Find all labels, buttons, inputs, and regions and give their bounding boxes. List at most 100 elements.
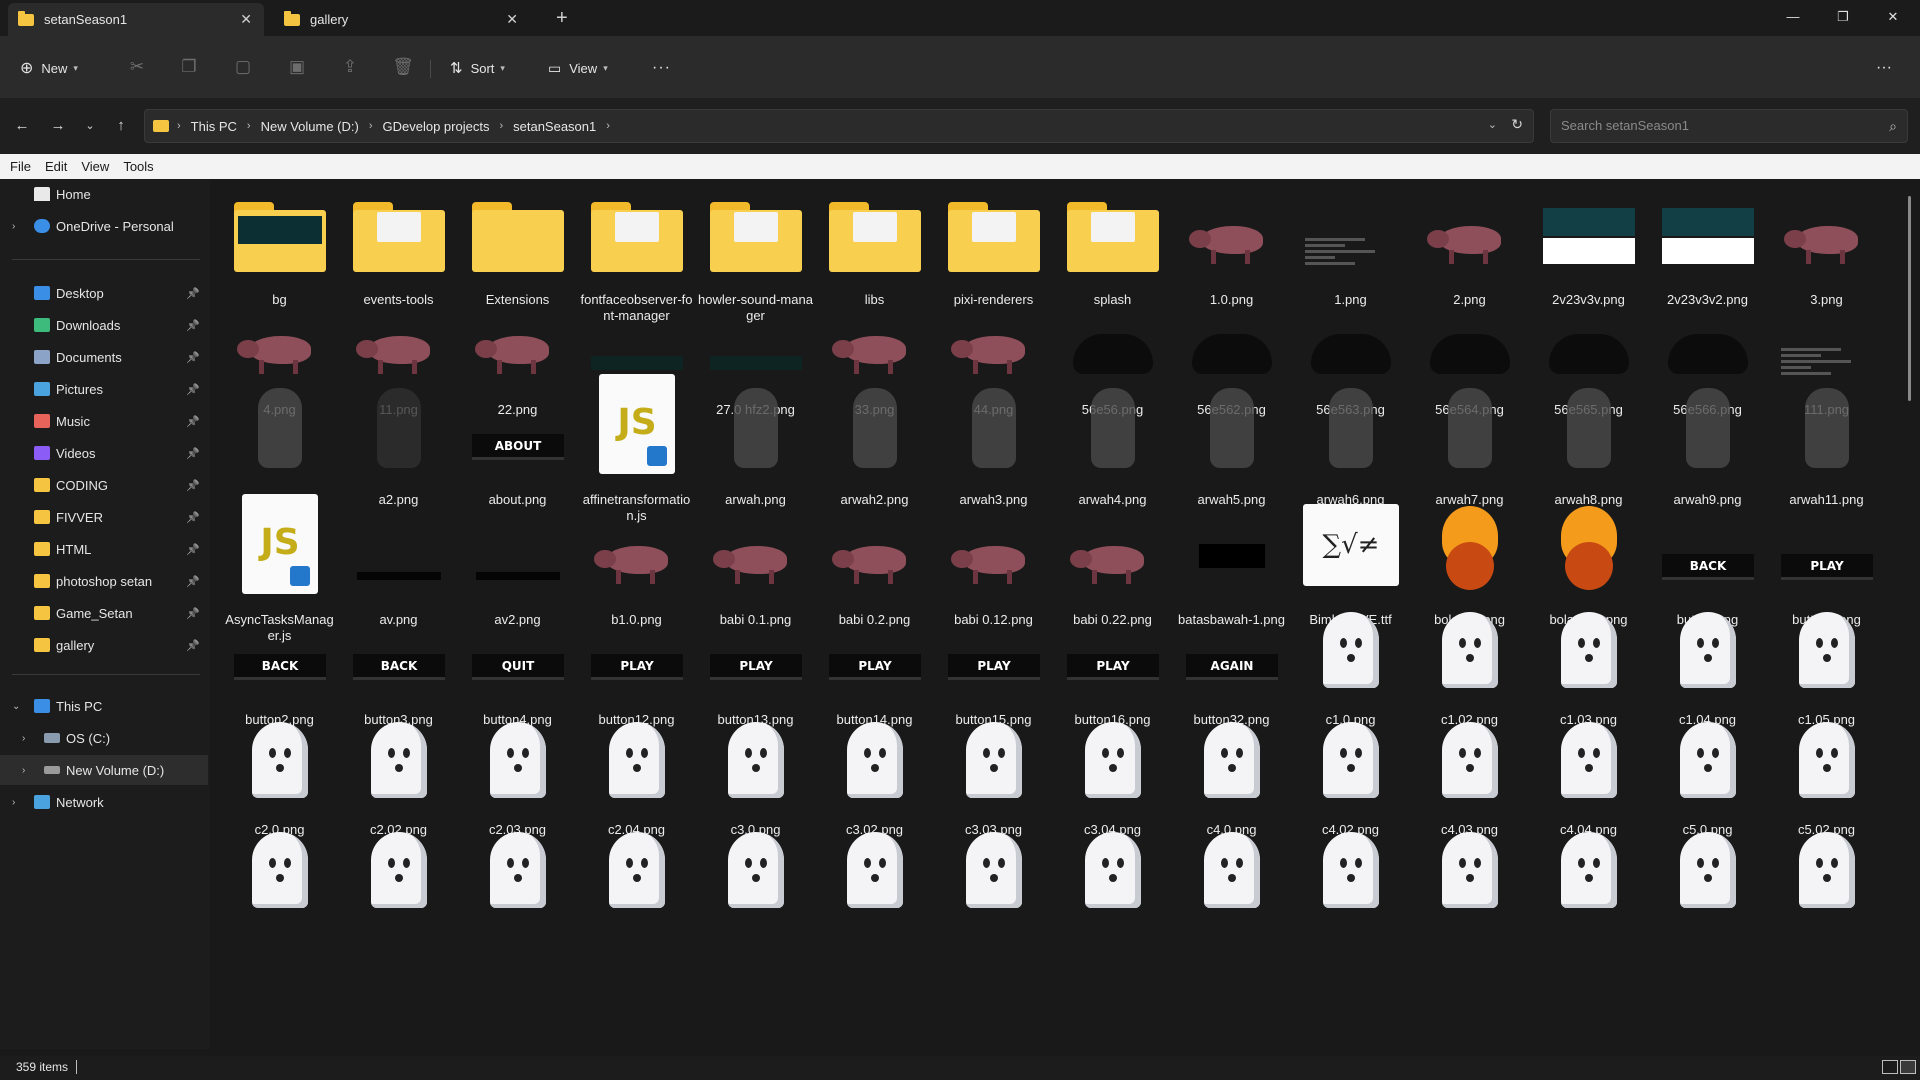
close-icon[interactable]: ✕ [240,11,252,28]
pin-icon[interactable]: 📌 [186,351,200,364]
sidebar-item-os-c[interactable]: › OS (C:) [0,723,208,753]
sprite-part [1483,250,1488,264]
new-button[interactable]: ⊕ New ▾ [20,54,78,82]
sidebar-item-this-pc[interactable]: ⌄ This PC [0,691,208,721]
menu-file[interactable]: File [10,159,31,174]
paste-icon[interactable]: ▢ [232,56,254,78]
plus-circle-icon: ⊕ [20,60,34,77]
details-view-icon[interactable] [1882,1060,1898,1074]
sprite-part [713,550,735,568]
chevron-down-icon[interactable]: ⌄ [12,701,20,712]
breadcrumb-this-pc[interactable]: This PC [191,119,237,134]
ghost-face [879,858,886,868]
pin-icon[interactable]: 📌 [186,383,200,396]
ghost-face [871,874,879,882]
sort-button[interactable]: ⇅ Sort ▾ [450,54,505,82]
chevron-right-icon[interactable]: › [22,733,25,744]
address-bar[interactable]: › This PC › New Volume (D:) › GDevelop p… [144,109,1534,143]
banner-top [1662,208,1754,236]
sprite-part [1092,570,1097,584]
folder-icon [591,202,683,272]
thumbnail [708,382,804,478]
refresh-icon[interactable]: ↻ [1511,116,1523,133]
window-close-icon[interactable]: ✕ [1870,4,1916,30]
sidebar-item-gallery[interactable]: gallery 📌 [0,630,208,660]
pin-icon[interactable]: 📌 [186,607,200,620]
sidebar-item-html[interactable]: HTML 📌 [0,534,208,564]
pin-icon[interactable]: 📌 [186,639,200,652]
copy-icon[interactable]: ❐ [178,56,200,78]
pin-icon[interactable]: 📌 [186,543,200,556]
menu-tools[interactable]: Tools [123,159,153,174]
thumbnail [1065,292,1161,388]
large-icons-view-icon[interactable] [1900,1060,1916,1074]
chevron-right-icon: › [177,120,181,132]
sidebar-item-videos[interactable]: Videos 📌 [0,438,208,468]
thumbnail [1779,822,1875,918]
close-icon[interactable]: ✕ [506,11,518,28]
menu-edit[interactable]: Edit [45,159,67,174]
sidebar-item-fivver[interactable]: FIVVER 📌 [0,502,208,532]
share-icon[interactable]: ⇪ [339,56,361,78]
tab-setanseason1[interactable]: setanSeason1 ✕ [8,3,264,36]
thumbnail [1541,382,1637,478]
view-button[interactable]: ▭ View ▾ [548,54,608,82]
rename-icon[interactable]: ▣ [286,56,308,78]
ghost-face [745,748,752,758]
toolbar-divider [430,60,431,78]
banner-thumbnail [1543,208,1635,278]
thumbnail: PLAY [1779,502,1875,598]
minimize-icon[interactable]: — [1770,4,1816,30]
pin-icon[interactable]: 📌 [186,479,200,492]
vertical-scrollbar[interactable] [1908,196,1911,401]
sidebar-item-network[interactable]: › Network [0,787,208,817]
ghost-face [752,764,760,772]
restore-icon[interactable]: ❐ [1820,4,1866,30]
search-icon[interactable]: ⌕ [1889,110,1897,142]
sidebar-item-home[interactable]: Home [0,179,208,209]
menu-view[interactable]: View [81,159,109,174]
sidebar-item-onedrive[interactable]: › OneDrive - Personal [0,211,208,241]
pin-icon[interactable]: 📌 [186,415,200,428]
sidebar-item-documents[interactable]: Documents 📌 [0,342,208,372]
new-tab-icon[interactable]: + [556,7,568,30]
tab-gallery[interactable]: gallery ✕ [274,3,530,36]
flame-core [1446,542,1494,590]
recent-locations-icon[interactable]: ⌄ [78,114,102,138]
search-input[interactable]: Search setanSeason1 ⌕ [1550,109,1908,143]
up-arrow-icon[interactable]: ↑ [109,114,133,138]
breadcrumb-new-volume[interactable]: New Volume (D:) [261,119,359,134]
breadcrumb-gdevelop-projects[interactable]: GDevelop projects [383,119,490,134]
sidebar-item-game-setan[interactable]: Game_Setan 📌 [0,598,208,628]
sidebar-item-music[interactable]: Music 📌 [0,406,208,436]
forward-arrow-icon[interactable]: → [46,114,70,138]
address-history-icon[interactable]: ⌄ [1488,118,1497,131]
sidebar-item-new-volume[interactable]: › New Volume (D:) [0,755,208,785]
back-arrow-icon[interactable]: ← [10,114,34,138]
thumbnail [1065,712,1161,808]
cut-icon[interactable]: ✂ [126,56,148,78]
ghost-face [269,858,276,868]
pin-icon[interactable]: 📌 [186,319,200,332]
pin-icon[interactable]: 📌 [186,287,200,300]
delete-icon[interactable]: 🗑 [392,56,414,78]
sidebar-item-coding[interactable]: CODING 📌 [0,470,208,500]
sprite-part [1070,550,1092,568]
pin-icon[interactable]: 📌 [186,447,200,460]
ghost-face [1459,638,1466,648]
pin-icon[interactable]: 📌 [186,575,200,588]
breadcrumb-setanseason1[interactable]: setanSeason1 [513,119,596,134]
sidebar-item-photoshop-setan[interactable]: photoshop setan 📌 [0,566,208,596]
details-menu-button[interactable]: ··· [1876,54,1892,82]
chevron-right-icon[interactable]: › [12,221,15,232]
new-label: New [41,60,68,76]
pin-icon[interactable]: 📌 [186,511,200,524]
chevron-right-icon[interactable]: › [12,797,15,808]
sprite-part [594,550,616,568]
more-options-button[interactable]: ··· [652,54,671,82]
sidebar-item-pictures[interactable]: Pictures 📌 [0,374,208,404]
chevron-right-icon[interactable]: › [22,765,25,776]
sidebar-item-downloads[interactable]: Downloads 📌 [0,310,208,340]
sidebar-item-desktop[interactable]: Desktop 📌 [0,278,208,308]
dark-blob-thumbnail [1311,334,1391,374]
